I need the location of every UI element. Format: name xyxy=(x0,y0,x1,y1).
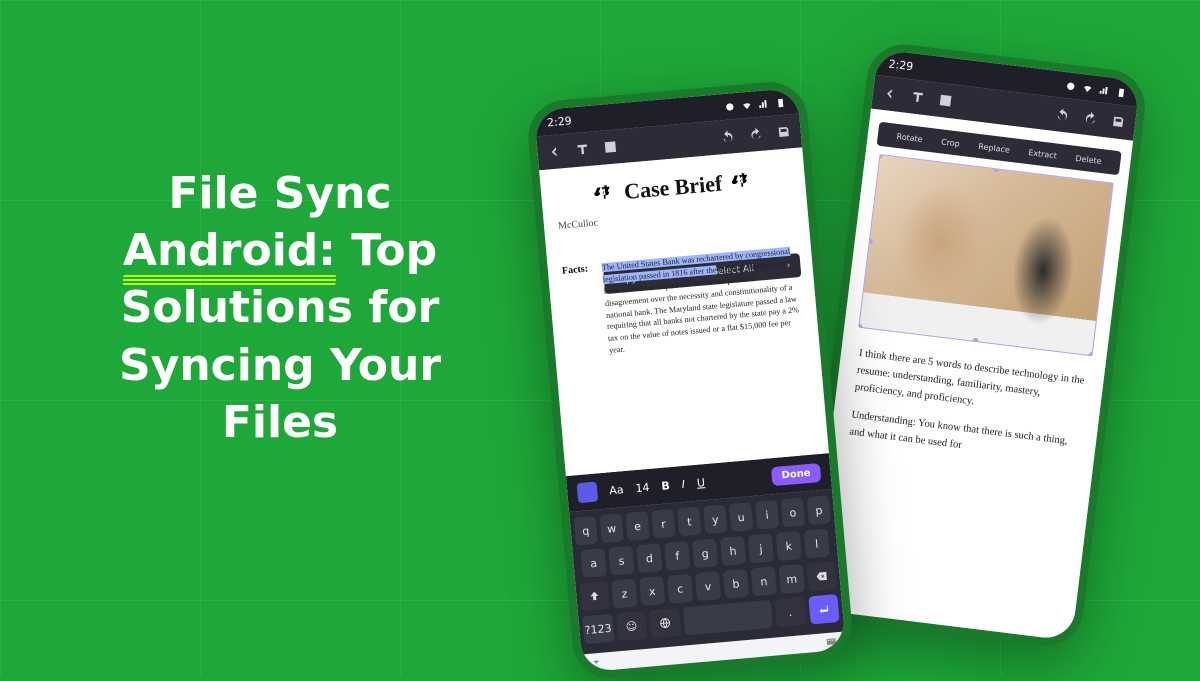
wifi-icon xyxy=(741,99,753,111)
key-d[interactable]: d xyxy=(636,543,662,573)
resize-handle[interactable] xyxy=(1099,266,1106,273)
key-f[interactable]: f xyxy=(664,541,690,571)
key-s[interactable]: s xyxy=(608,546,634,576)
language-key[interactable] xyxy=(649,608,681,638)
alarm-icon xyxy=(1065,80,1077,92)
enter-key[interactable] xyxy=(808,594,840,624)
key-w[interactable]: w xyxy=(599,513,623,543)
signal-icon xyxy=(758,98,770,110)
key-a[interactable]: a xyxy=(580,548,606,578)
bold-button[interactable]: B xyxy=(661,479,670,493)
color-picker-button[interactable] xyxy=(577,482,599,504)
crop-button[interactable]: Crop xyxy=(941,137,961,148)
scales-icon xyxy=(593,183,615,205)
back-icon[interactable] xyxy=(547,144,562,159)
key-o[interactable]: o xyxy=(781,498,805,528)
selected-image[interactable] xyxy=(858,154,1114,356)
status-time: 2:29 xyxy=(888,57,914,73)
done-button[interactable]: Done xyxy=(771,463,822,486)
text-tool-icon[interactable] xyxy=(575,142,590,157)
headline-underlined: Android: xyxy=(123,222,336,279)
resize-handle[interactable] xyxy=(867,238,874,245)
headline-line: Solutions for xyxy=(121,282,440,333)
key-?123[interactable]: ?123 xyxy=(582,614,614,644)
save-icon[interactable] xyxy=(776,124,791,139)
key-x[interactable]: x xyxy=(639,576,665,606)
wifi-icon xyxy=(1082,82,1094,94)
shift-key[interactable] xyxy=(579,581,609,611)
key-v[interactable]: v xyxy=(695,571,721,601)
resize-handle[interactable] xyxy=(1088,352,1095,356)
status-icons xyxy=(1065,80,1128,98)
image-tool-icon[interactable] xyxy=(938,93,954,109)
facts-label: Facts: xyxy=(562,263,600,360)
key-e[interactable]: e xyxy=(625,511,649,541)
key-i[interactable]: i xyxy=(755,500,779,530)
undo-icon[interactable] xyxy=(1055,107,1071,123)
resize-handle[interactable] xyxy=(858,323,862,330)
battery-icon xyxy=(1115,86,1127,98)
status-icons xyxy=(724,96,787,112)
key-[interactable] xyxy=(682,600,773,636)
key-l[interactable]: l xyxy=(804,529,830,559)
key-j[interactable]: j xyxy=(748,533,774,563)
document-canvas[interactable]: Rotate Crop Replace Extract Delete I thi… xyxy=(810,109,1133,641)
key-h[interactable]: h xyxy=(720,536,746,566)
soft-keyboard: qwertyuiop asdfghjkl zxcvbnm ?123☺. xyxy=(569,489,844,654)
undo-icon[interactable] xyxy=(720,129,735,144)
key-z[interactable]: z xyxy=(611,579,637,609)
key-.[interactable]: . xyxy=(774,597,806,627)
headline: File Sync Android: Top Solutions for Syn… xyxy=(95,165,465,451)
save-icon[interactable] xyxy=(1110,114,1126,130)
key-t[interactable]: t xyxy=(677,507,701,537)
keyboard-icon[interactable] xyxy=(825,635,838,648)
redo-icon[interactable] xyxy=(1083,111,1099,127)
headline-line: Top xyxy=(336,225,437,276)
resize-handle[interactable] xyxy=(1109,180,1113,187)
font-button[interactable]: Aa xyxy=(609,483,624,497)
battery-icon xyxy=(775,96,787,108)
underline-button[interactable]: U xyxy=(696,476,705,490)
key-y[interactable]: y xyxy=(703,504,727,534)
key-q[interactable]: q xyxy=(574,516,598,546)
alarm-icon xyxy=(724,101,736,113)
key-c[interactable]: c xyxy=(667,574,693,604)
document-title: Case Brief xyxy=(623,170,723,204)
extract-button[interactable]: Extract xyxy=(1028,148,1058,160)
key-u[interactable]: u xyxy=(729,502,753,532)
text-tool-icon[interactable] xyxy=(910,89,926,105)
key-k[interactable]: k xyxy=(776,531,802,561)
backspace-key[interactable] xyxy=(806,561,836,591)
key-b[interactable]: b xyxy=(723,569,749,599)
headline-line: Syncing Your xyxy=(119,340,441,391)
signal-icon xyxy=(1098,84,1110,96)
delete-button[interactable]: Delete xyxy=(1075,153,1102,165)
rotate-button[interactable]: Rotate xyxy=(896,131,923,143)
key-n[interactable]: n xyxy=(751,566,777,596)
scales-icon xyxy=(731,171,753,193)
back-icon[interactable] xyxy=(882,86,898,102)
replace-button[interactable]: Replace xyxy=(978,141,1011,154)
chevron-down-icon[interactable] xyxy=(590,656,603,669)
image-tool-icon[interactable] xyxy=(603,139,618,154)
font-size-button[interactable]: 14 xyxy=(635,480,650,494)
status-time: 2:29 xyxy=(546,114,572,129)
key-p[interactable]: p xyxy=(807,495,831,525)
key-m[interactable]: m xyxy=(779,564,805,594)
headline-line: Files xyxy=(222,397,338,448)
facts-text[interactable]: The United States Bank was rechartered b… xyxy=(601,245,805,357)
resize-handle[interactable] xyxy=(972,338,979,345)
headline-line: File Sync xyxy=(168,168,391,219)
redo-icon[interactable] xyxy=(748,127,763,142)
document-text[interactable]: I think there are 5 words to describe te… xyxy=(828,334,1106,493)
document-canvas[interactable]: Case Brief McCulloc Copy Paste Cut Selec… xyxy=(539,147,829,476)
italic-button[interactable]: I xyxy=(681,477,685,490)
key-g[interactable]: g xyxy=(692,538,718,568)
key-r[interactable]: r xyxy=(651,509,675,539)
phone-mockup-text-editor: 2:29 Case Brief McCulloc xyxy=(525,79,854,681)
resize-handle[interactable] xyxy=(877,154,884,158)
emoji-key[interactable]: ☺ xyxy=(616,611,648,641)
resize-handle[interactable] xyxy=(993,166,1000,173)
facts-section: Facts: The United States Bank was rechar… xyxy=(548,244,819,362)
